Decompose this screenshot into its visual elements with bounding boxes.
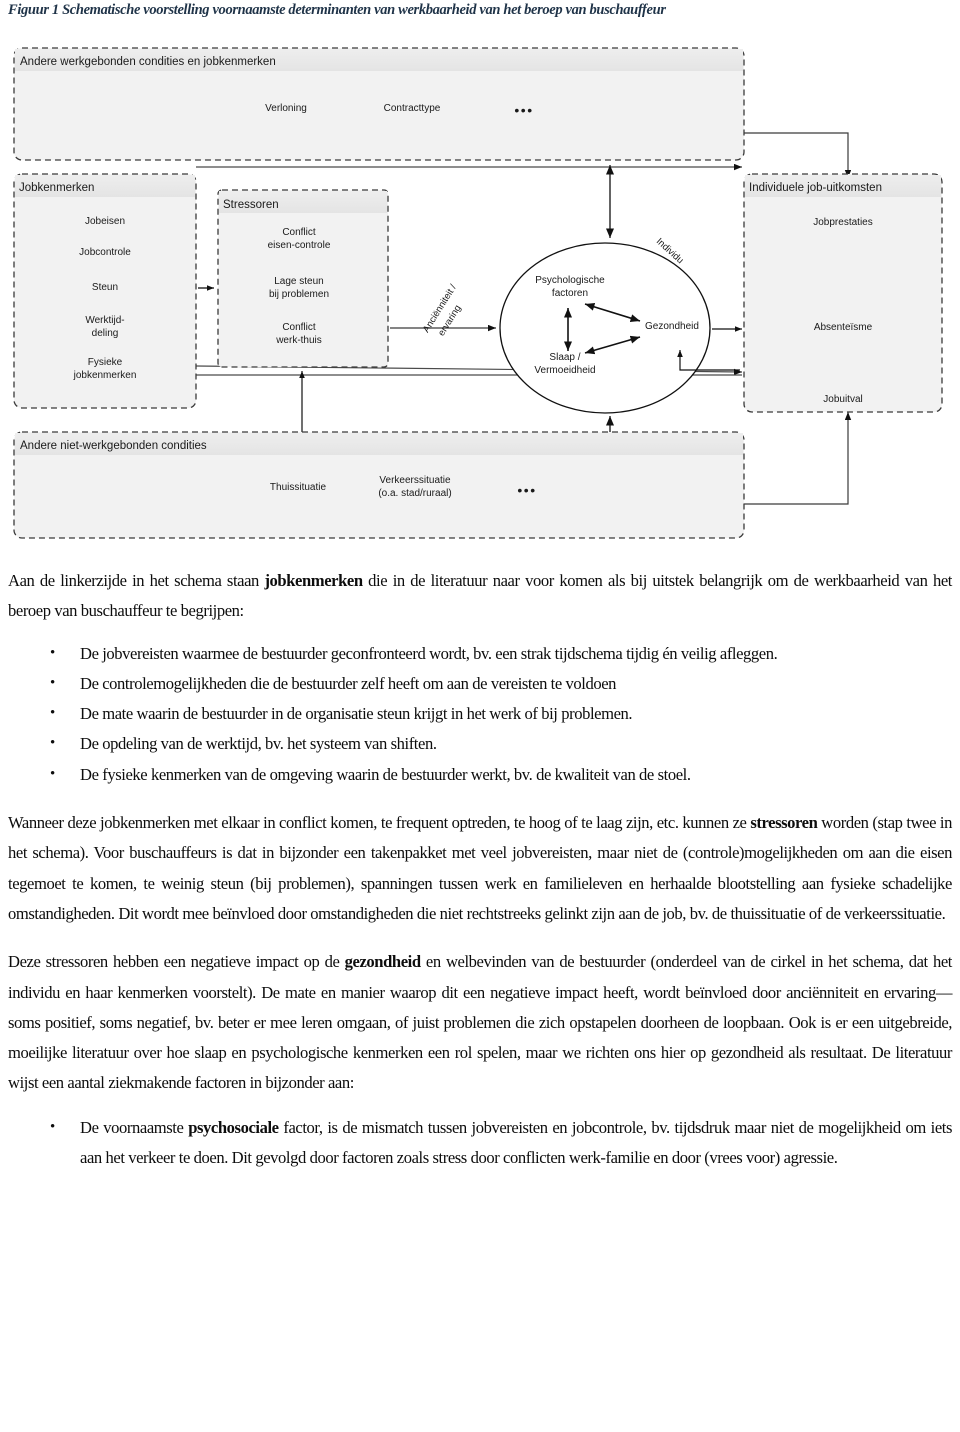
item-verkeerssituatie-line1: Verkeerssituatie bbox=[379, 475, 451, 486]
item-psychologische-line1: Psychologische bbox=[535, 275, 605, 286]
item-slaap-line3: Vermoeidheid bbox=[534, 365, 595, 376]
para2-part1: Wanneer deze jobkenmerken met elkaar in … bbox=[8, 813, 751, 833]
edge-nonwork-to-outcomes bbox=[744, 412, 852, 505]
item-jobuitval: Jobuitval bbox=[823, 394, 862, 405]
figure-caption: Figuur 1 Schematische voorstelling voorn… bbox=[8, 2, 666, 18]
intro-bold-jobkenmerken: jobkenmerken bbox=[264, 571, 363, 590]
intro-text-part1: Aan de linkerzijde in het schema staan bbox=[8, 571, 265, 590]
item-werktijddeling-line2: deling bbox=[92, 328, 119, 339]
box-title-non-work-conditions: Andere niet-werkgebonden condities bbox=[20, 440, 207, 452]
box-job-characteristics: Jobkenmerken Jobeisen Jobcontrole Steun … bbox=[13, 173, 197, 409]
bullet-list-sickening-factors: De voornaamste psychosociale factor, is … bbox=[8, 1112, 952, 1174]
box-title-job-characteristics: Jobkenmerken bbox=[19, 182, 94, 194]
para3-part2: en welbevinden van de bestuurder (onderd… bbox=[8, 952, 952, 1093]
box-title-other-work-conditions: Andere werkgebonden condities en jobkenm… bbox=[20, 56, 276, 68]
article-body: Aan de linkerzijde in het schema staan j… bbox=[8, 566, 952, 1173]
item-conflict-werkthuis-line2: werk-thuis bbox=[275, 335, 322, 346]
box-title-job-outcomes: Individuele job-uitkomsten bbox=[749, 182, 882, 194]
item-thuissituatie: Thuissituatie bbox=[270, 482, 327, 493]
item-conflict-eisen-line1: Conflict bbox=[282, 227, 316, 238]
para2-bold-stressoren: stressoren bbox=[750, 813, 818, 833]
bullet2-bold-psychosociale: psychosociale bbox=[188, 1117, 279, 1137]
ellipsis-non-work-conditions: ••• bbox=[517, 482, 536, 498]
paragraph-stressors: Wanneer deze jobkenmerken met elkaar in … bbox=[8, 808, 952, 929]
item-absenteisme: Absenteïsme bbox=[814, 322, 873, 333]
item-psychologische-line2: factoren bbox=[552, 288, 588, 299]
item-conflict-eisen-line2: eisen-controle bbox=[268, 240, 331, 251]
box-title-stressors: Stressoren bbox=[223, 199, 279, 211]
list-item: De jobvereisten waarmee de bestuurder ge… bbox=[8, 638, 952, 669]
list-item: De opdeling van de werktijd, bv. het sys… bbox=[8, 728, 952, 759]
box-stressors: Stressoren Conflict eisen-controle Lage … bbox=[217, 189, 389, 368]
list-item: De fysieke kenmerken van de omgeving waa… bbox=[8, 759, 952, 790]
item-jobprestaties: Jobprestaties bbox=[813, 217, 872, 228]
item-lage-steun-line2: bij problemen bbox=[269, 289, 329, 300]
item-slaap-line1: Slaap / bbox=[549, 352, 580, 363]
ellipse-individual: Individu Psychologische factoren Slaap /… bbox=[499, 236, 711, 414]
figure-diagram: Andere werkgebonden condities en jobkenm… bbox=[0, 38, 960, 548]
list-item: De controlemogelijkheden die de bestuurd… bbox=[8, 668, 952, 699]
item-verkeerssituatie-line2: (o.a. stad/ruraal) bbox=[378, 488, 451, 499]
para3-part1: Deze stressoren hebben een negatieve imp… bbox=[8, 952, 345, 972]
item-werktijddeling-line1: Werktijd- bbox=[85, 315, 124, 326]
item-lage-steun-line1: Lage steun bbox=[274, 276, 324, 287]
paragraph-intro: Aan de linkerzijde in het schema staan j… bbox=[8, 566, 952, 627]
box-non-work-conditions: Andere niet-werkgebonden condities Thuis… bbox=[13, 431, 745, 539]
item-jobcontrole: Jobcontrole bbox=[79, 247, 131, 258]
item-contracttype: Contracttype bbox=[384, 103, 441, 114]
item-verloning: Verloning bbox=[265, 103, 307, 114]
bullet2-part1: De voornaamste bbox=[80, 1117, 189, 1137]
ellipsis-work-conditions: ••• bbox=[514, 102, 533, 118]
para3-bold-gezondheid: gezondheid bbox=[344, 952, 421, 972]
box-other-work-conditions: Andere werkgebonden condities en jobkenm… bbox=[13, 47, 745, 161]
item-gezondheid: Gezondheid bbox=[645, 321, 699, 332]
box-job-outcomes: Individuele job-uitkomsten Jobprestaties… bbox=[743, 173, 943, 413]
bullet-list-job-characteristics: De jobvereisten waarmee de bestuurder ge… bbox=[8, 638, 952, 790]
item-fysieke-line2: jobkenmerken bbox=[73, 370, 137, 381]
item-jobeisen: Jobeisen bbox=[85, 216, 125, 227]
paragraph-health: Deze stressoren hebben een negatieve imp… bbox=[8, 947, 952, 1098]
list-item: De voornaamste psychosociale factor, is … bbox=[8, 1112, 952, 1174]
item-steun: Steun bbox=[92, 282, 118, 293]
item-conflict-werkthuis-line1: Conflict bbox=[282, 322, 316, 333]
list-item: De mate waarin de bestuurder in de organ… bbox=[8, 698, 952, 729]
label-seniority-experience: Anciënniteit / ervaring bbox=[421, 282, 464, 338]
edge-workconditions-to-outcomes bbox=[744, 132, 852, 178]
item-fysieke-line1: Fysieke bbox=[88, 357, 123, 368]
